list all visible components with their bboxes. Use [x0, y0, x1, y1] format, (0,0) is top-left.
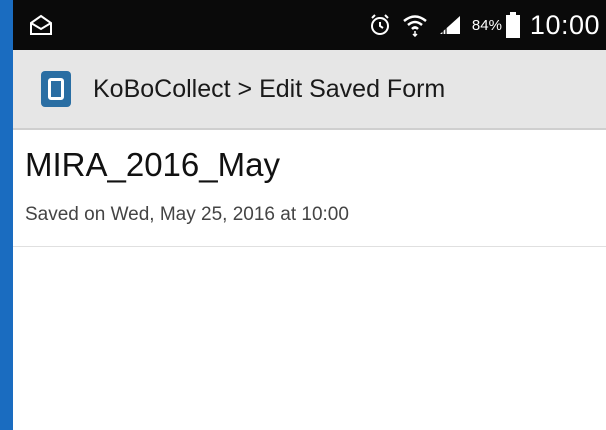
kobocollect-app-icon[interactable] [41, 71, 71, 107]
status-time: 10:00 [529, 9, 600, 40]
status-bar: 84% 10:00 [13, 0, 606, 50]
alarm-icon [370, 14, 389, 35]
signal-icon [439, 16, 460, 34]
form-saved-date: Saved on Wed, May 25, 2016 at 10:00 [25, 204, 349, 225]
battery-icon [505, 12, 520, 38]
battery-percentage: 84% [471, 16, 502, 34]
mail-icon [30, 14, 52, 35]
action-bar-title: KoBoCollect > Edit Saved Form [93, 74, 446, 103]
saved-form-list-item[interactable]: MIRA_2016_May Saved on Wed, May 25, 2016… [13, 130, 606, 247]
action-bar: KoBoCollect > Edit Saved Form [13, 50, 606, 130]
form-name: MIRA_2016_May [25, 146, 280, 183]
phone-screen: 84% 10:00 KoBoCollect > Edit Saved Form … [13, 0, 606, 430]
wifi-icon [403, 15, 427, 37]
